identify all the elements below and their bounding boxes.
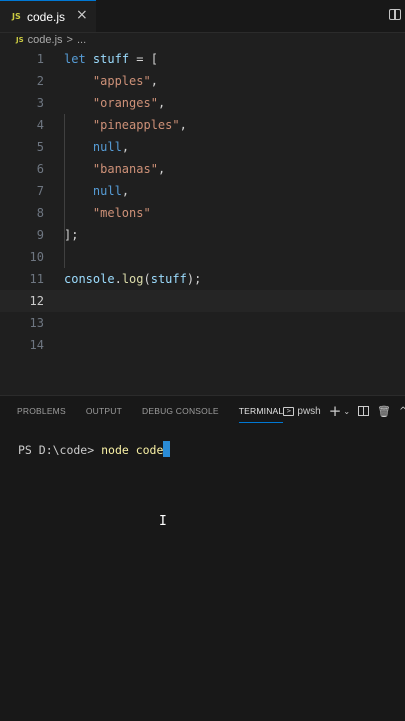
terminal-output[interactable]: PS D:\code> node code [18,441,171,457]
mouse-ibeam-cursor: I [159,514,167,529]
code-line[interactable]: 2 "apples", [0,70,405,92]
tab-debug-console[interactable]: DEBUG CONSOLE [142,406,219,423]
comma: , [157,162,166,176]
line-number: 4 [36,118,44,132]
array-close: ]; [64,228,79,242]
code-line[interactable]: 14 [0,334,405,356]
dot: . [114,272,122,286]
line-number: 14 [29,338,44,352]
code-line[interactable]: 3 "oranges", [0,92,405,114]
keyword: let [64,52,86,66]
open-paren: ( [143,272,151,286]
line-number: 12 [29,294,44,308]
line-number: 5 [36,140,44,154]
comma: , [121,140,130,154]
code-line[interactable]: 1 let stuff = [ [0,48,405,70]
argument: stuff [150,272,187,286]
code-line[interactable]: 10 [0,246,405,268]
comma: , [179,118,187,132]
line-number: 13 [29,316,44,330]
variable: stuff [92,52,130,66]
string-literal: "oranges" [92,96,158,110]
chevron-down-icon[interactable]: ⌄ [343,407,350,416]
line-number: 3 [36,96,44,110]
comma: , [150,74,158,88]
assignment: = [ [129,52,158,66]
js-file-icon: JS [12,12,21,21]
close-paren: ); [186,272,202,286]
code-line[interactable]: 8 "melons" [0,202,405,224]
code-line[interactable]: 7 null, [0,180,405,202]
line-number: 11 [29,272,44,286]
object-name: console [64,272,115,286]
tab-problems[interactable]: PROBLEMS [17,406,66,423]
string-literal: "bananas" [92,162,158,176]
line-number: 6 [36,162,44,176]
bottom-panel: PROBLEMS OUTPUT DEBUG CONSOLE TERMINAL >… [0,395,405,721]
string-literal: "pineapples" [92,118,180,132]
breadcrumb-file[interactable]: code.js [28,34,63,46]
code-line[interactable]: 4 "pineapples", [0,114,405,136]
split-terminal-icon[interactable] [358,406,370,416]
code-line-current[interactable]: 12 [0,290,405,312]
chevron-up-icon[interactable]: ^ [399,406,405,417]
js-file-icon: JS [16,36,24,44]
breadcrumb: JS code.js > ... [16,32,86,48]
string-literal: "melons" [92,206,151,220]
plus-icon[interactable]: + [329,402,342,420]
tab-label: code.js [27,10,66,24]
string-literal: "apples" [92,74,151,88]
trash-icon[interactable]: 🗑 [377,405,391,418]
terminal-cursor [163,441,171,457]
code-line[interactable]: 5 null, [0,136,405,158]
null-literal: null [92,184,122,198]
tab-terminal[interactable]: TERMINAL [238,406,284,423]
null-literal: null [92,140,122,154]
breadcrumb-more[interactable]: ... [77,34,86,46]
comma: , [121,184,130,198]
panel-tabs: PROBLEMS OUTPUT DEBUG CONSOLE TERMINAL [17,406,284,423]
line-number: 8 [36,206,44,220]
code-line[interactable]: 6 "bananas", [0,158,405,180]
panel-toolbar: > pwsh + ⌄ 🗑 ^ [283,402,405,420]
code-line[interactable]: 9 ]; [0,224,405,246]
split-editor-icon[interactable] [389,9,401,20]
code-editor[interactable]: 1 let stuff = [ 2 "apples", 3 "oranges",… [0,48,405,393]
code-line[interactable]: 13 [0,312,405,334]
shell-label[interactable]: pwsh [297,406,320,417]
tab-output[interactable]: OUTPUT [86,406,122,423]
breadcrumb-separator: > [66,34,73,46]
terminal-icon: > [283,406,295,416]
comma: , [157,96,166,110]
line-number: 1 [36,52,44,66]
line-number: 9 [36,228,44,242]
tab-code-js[interactable]: JS code.js × [0,0,96,32]
line-number: 2 [36,74,44,88]
function-name: log [121,272,144,286]
terminal-prompt: PS D:\code> [18,443,102,457]
line-number: 10 [29,250,44,264]
line-number: 7 [36,184,44,198]
editor-tab-bar: JS code.js × [0,0,405,33]
code-line[interactable]: 11 console.log(stuff); [0,268,405,290]
close-icon[interactable]: × [76,7,88,23]
terminal-command: node code [101,443,164,457]
